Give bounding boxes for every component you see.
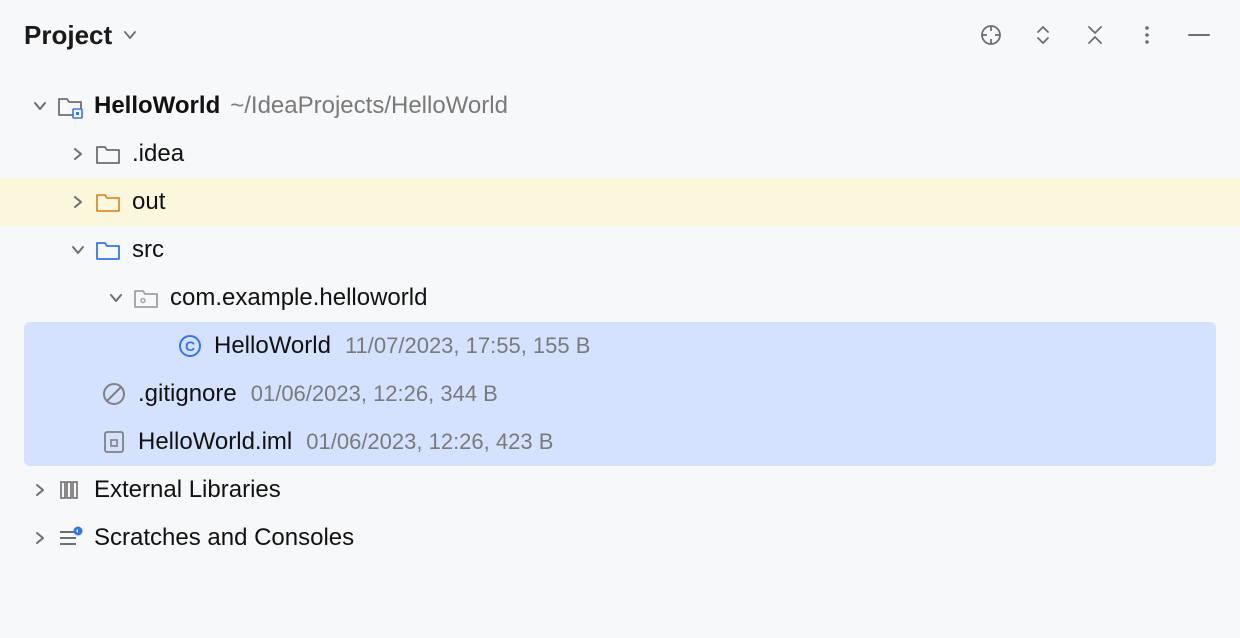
- tree-node-class-file[interactable]: C HelloWorld 11/07/2023, 17:55, 155 B: [24, 322, 1216, 370]
- tree-node-package[interactable]: com.example.helloworld: [0, 274, 1240, 322]
- node-label: HelloWorld: [94, 92, 220, 120]
- panel-header: Project: [0, 0, 1240, 70]
- chevron-down-icon[interactable]: [24, 98, 56, 114]
- node-meta: 01/06/2023, 12:26, 423 B: [306, 429, 553, 455]
- chevron-down-icon[interactable]: [62, 242, 94, 258]
- project-tool-window: Project: [0, 0, 1240, 638]
- module-file-icon: [100, 428, 128, 456]
- panel-toolbar: [978, 22, 1216, 48]
- libraries-icon: [56, 476, 84, 504]
- node-label: src: [132, 236, 164, 264]
- hide-panel-button[interactable]: [1186, 22, 1212, 48]
- scratches-icon: [56, 524, 84, 552]
- view-mode-dropdown[interactable]: [122, 27, 138, 43]
- chevron-right-icon[interactable]: [24, 530, 56, 546]
- node-path: ~/IdeaProjects/HelloWorld: [230, 92, 508, 120]
- node-label: com.example.helloworld: [170, 284, 427, 312]
- ignore-file-icon: [100, 380, 128, 408]
- select-opened-file-button[interactable]: [978, 22, 1004, 48]
- tree-node-external-libraries[interactable]: External Libraries: [0, 466, 1240, 514]
- source-folder-icon: [94, 236, 122, 264]
- folder-icon: [94, 140, 122, 168]
- tree-node-iml[interactable]: HelloWorld.iml 01/06/2023, 12:26, 423 B: [24, 418, 1216, 466]
- panel-title: Project: [24, 20, 112, 51]
- project-tree: HelloWorld ~/IdeaProjects/HelloWorld .id…: [0, 70, 1240, 562]
- more-options-button[interactable]: [1134, 22, 1160, 48]
- node-meta: 01/06/2023, 12:26, 344 B: [251, 381, 498, 407]
- chevron-down-icon[interactable]: [100, 290, 132, 306]
- tree-node-gitignore[interactable]: .gitignore 01/06/2023, 12:26, 344 B: [24, 370, 1216, 418]
- node-label: .gitignore: [138, 380, 237, 408]
- node-label: External Libraries: [94, 476, 281, 504]
- svg-text:C: C: [185, 338, 195, 354]
- node-label: HelloWorld: [214, 332, 331, 360]
- node-meta: 11/07/2023, 17:55, 155 B: [345, 333, 590, 359]
- tree-node-idea[interactable]: .idea: [0, 130, 1240, 178]
- tree-node-out[interactable]: out: [0, 178, 1240, 226]
- excluded-folder-icon: [94, 188, 122, 216]
- node-label: out: [132, 188, 165, 216]
- module-folder-icon: [56, 92, 84, 120]
- tree-node-root[interactable]: HelloWorld ~/IdeaProjects/HelloWorld: [0, 82, 1240, 130]
- collapse-all-button[interactable]: [1082, 22, 1108, 48]
- chevron-right-icon[interactable]: [62, 194, 94, 210]
- package-icon: [132, 284, 160, 312]
- chevron-right-icon[interactable]: [24, 482, 56, 498]
- node-label: Scratches and Consoles: [94, 524, 354, 552]
- node-label: .idea: [132, 140, 184, 168]
- tree-node-scratches[interactable]: Scratches and Consoles: [0, 514, 1240, 562]
- java-class-icon: C: [176, 332, 204, 360]
- tree-node-src[interactable]: src: [0, 226, 1240, 274]
- expand-collapse-button[interactable]: [1030, 22, 1056, 48]
- chevron-right-icon[interactable]: [62, 146, 94, 162]
- node-label: HelloWorld.iml: [138, 428, 292, 456]
